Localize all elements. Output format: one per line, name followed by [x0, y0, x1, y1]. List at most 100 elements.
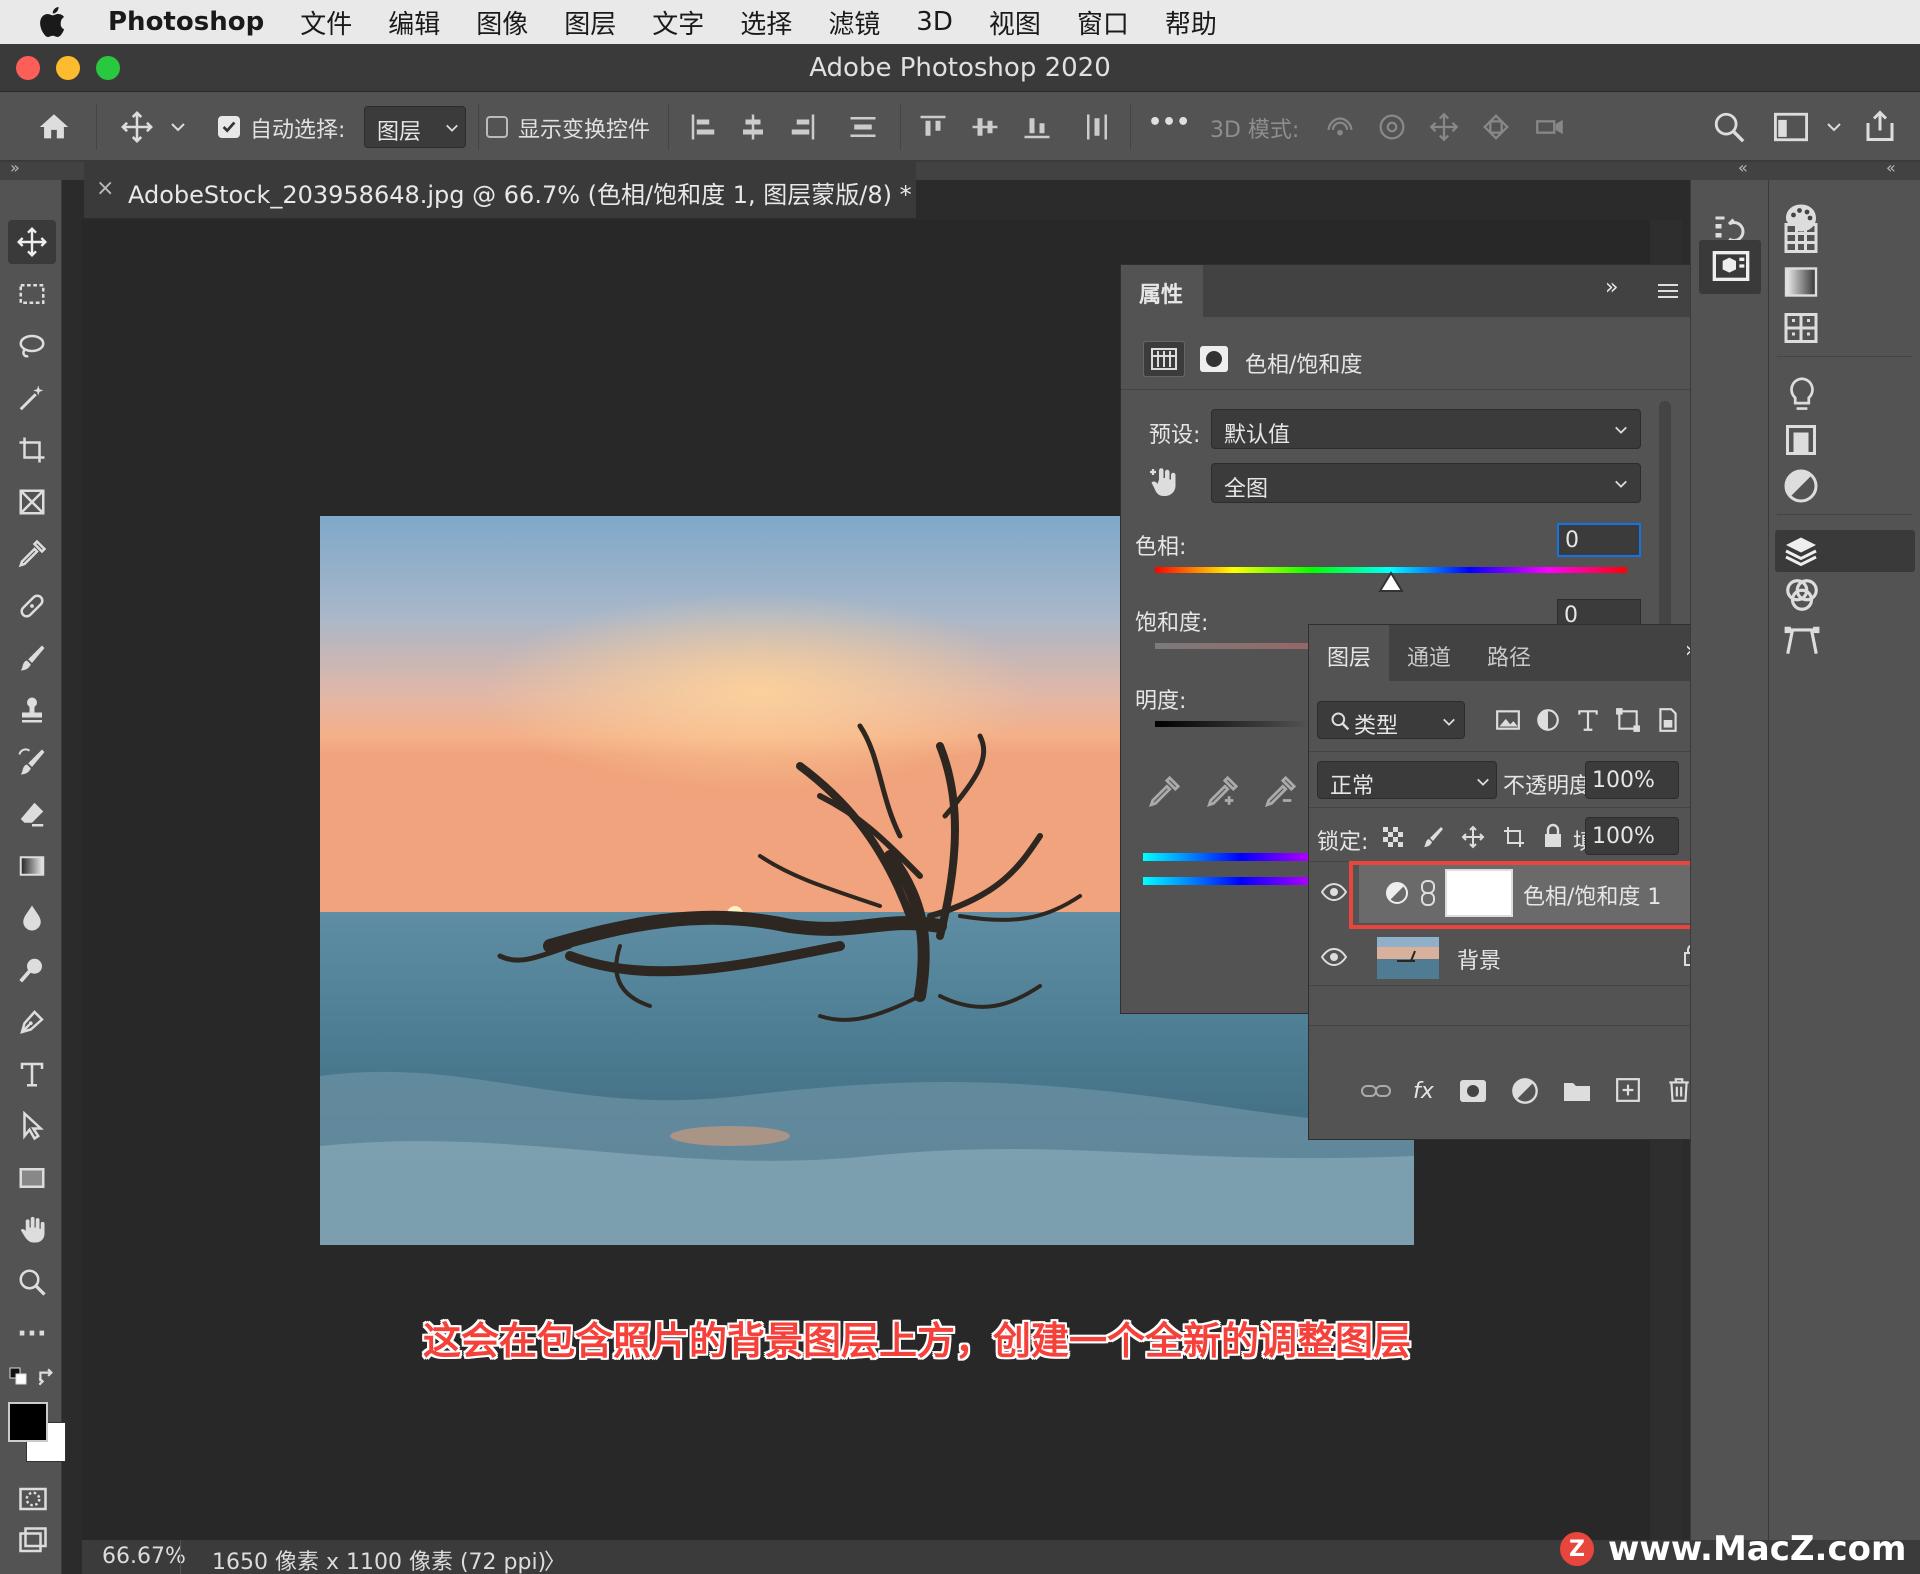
gradients-icon[interactable]: [1783, 264, 1819, 300]
new-group-folder-icon[interactable]: [1563, 1079, 1591, 1103]
menu-view[interactable]: 视图: [989, 4, 1041, 41]
status-menu-arrow[interactable]: 〉: [544, 1544, 566, 1574]
type-tool[interactable]: [8, 1052, 56, 1096]
chevron-down-icon[interactable]: [170, 120, 186, 134]
expand-toolbar-icon[interactable]: »: [10, 158, 20, 177]
default-colors-icon[interactable]: [8, 1366, 28, 1386]
frame-tool[interactable]: [8, 480, 56, 524]
add-to-sample-eyedropper-icon[interactable]: [1205, 775, 1239, 809]
3d-scale-camera-icon[interactable]: [1530, 110, 1570, 144]
lock-all-icon[interactable]: [1541, 823, 1565, 849]
clone-stamp-tool[interactable]: [8, 688, 56, 732]
panel-collapse-icon[interactable]: »: [1605, 275, 1618, 300]
menu-filter[interactable]: 滤镜: [828, 4, 880, 41]
zoom-level[interactable]: 66.67%: [102, 1544, 186, 1569]
more-options-button[interactable]: •••: [1148, 110, 1190, 135]
gradient-tool[interactable]: [8, 844, 56, 888]
collapse-dock-icon[interactable]: «: [1738, 158, 1748, 177]
menu-app-name[interactable]: Photoshop: [108, 7, 264, 37]
type-layer-filter-icon[interactable]: [1575, 707, 1601, 733]
brush-tool[interactable]: [8, 636, 56, 680]
move-tool[interactable]: [8, 220, 56, 264]
close-tab-icon[interactable]: ×: [96, 176, 114, 201]
swatches-grid-icon[interactable]: [1783, 220, 1819, 256]
fill-input[interactable]: 100%: [1585, 817, 1679, 855]
marquee-tool[interactable]: [8, 272, 56, 316]
eye-visibility-icon[interactable]: [1321, 947, 1347, 967]
show-transform-checkbox[interactable]: [486, 116, 508, 138]
crop-tool[interactable]: [8, 428, 56, 472]
hue-slider-thumb[interactable]: [1378, 571, 1404, 593]
apple-icon[interactable]: [36, 4, 72, 40]
menu-type[interactable]: 文字: [652, 4, 704, 41]
move-tool-preset-icon[interactable]: [120, 110, 154, 144]
menu-select[interactable]: 选择: [740, 4, 792, 41]
lasso-tool[interactable]: [8, 324, 56, 368]
3d-pan-icon[interactable]: [1426, 110, 1462, 144]
smart-object-filter-icon[interactable]: [1655, 707, 1681, 733]
workspace-icon[interactable]: [1774, 112, 1808, 142]
3d-orbit-icon[interactable]: [1322, 110, 1358, 144]
channels-icon[interactable]: [1783, 576, 1821, 614]
path-selection-tool[interactable]: [8, 1104, 56, 1148]
link-layers-icon[interactable]: [1361, 1079, 1391, 1103]
new-adjustment-layer-icon[interactable]: [1511, 1077, 1539, 1105]
eraser-tool[interactable]: [8, 792, 56, 836]
healing-brush-tool[interactable]: [8, 584, 56, 628]
delete-layer-trash-icon[interactable]: [1667, 1077, 1691, 1103]
mask-properties-icon[interactable]: [1199, 345, 1229, 373]
menu-image[interactable]: 图像: [476, 4, 528, 41]
layers-icon[interactable]: [1783, 532, 1819, 570]
libraries-icon[interactable]: [1783, 422, 1819, 458]
lock-artboard-icon[interactable]: [1501, 825, 1527, 849]
document-tab[interactable]: × AdobeStock_203958648.jpg @ 66.7% (色相/饱…: [84, 162, 916, 218]
magic-wand-tool[interactable]: [8, 376, 56, 420]
chevron-down-icon[interactable]: [1826, 120, 1842, 134]
pen-tool[interactable]: [8, 1000, 56, 1044]
share-icon[interactable]: [1862, 108, 1898, 144]
menu-window[interactable]: 窗口: [1077, 4, 1129, 41]
foreground-color-swatch[interactable]: [8, 1402, 48, 1442]
align-top-icon[interactable]: [918, 112, 948, 142]
auto-select-target-dropdown[interactable]: 图层: [364, 106, 466, 148]
menu-layer[interactable]: 图层: [564, 4, 616, 41]
patterns-icon[interactable]: [1783, 310, 1819, 346]
more-tools-icon[interactable]: ···: [8, 1312, 56, 1356]
panel-menu-icon[interactable]: [1657, 283, 1679, 299]
align-right-icon[interactable]: [788, 112, 818, 142]
align-left-icon[interactable]: [688, 112, 718, 142]
rectangle-tool[interactable]: [8, 1156, 56, 1200]
tab-paths[interactable]: 路径: [1487, 640, 1531, 672]
adjustment-properties-button[interactable]: [1143, 341, 1185, 377]
align-vertical-center-icon[interactable]: [970, 112, 1000, 142]
swap-colors-icon[interactable]: [36, 1366, 58, 1388]
screen-mode-icon[interactable]: [18, 1526, 48, 1556]
learn-lightbulb-icon[interactable]: [1785, 376, 1819, 414]
adjustment-layer-filter-icon[interactable]: [1535, 707, 1561, 733]
menu-file[interactable]: 文件: [300, 4, 352, 41]
targeted-adjustment-hand-icon[interactable]: [1147, 463, 1183, 499]
zoom-tool[interactable]: [8, 1260, 56, 1304]
distribute-icon[interactable]: [848, 112, 878, 142]
home-icon[interactable]: [36, 110, 72, 144]
hue-value-input[interactable]: 0: [1557, 523, 1641, 557]
new-layer-icon[interactable]: [1615, 1077, 1641, 1103]
hand-tool[interactable]: [8, 1208, 56, 1252]
3d-slide-icon[interactable]: [1478, 110, 1514, 144]
eyedropper-icon[interactable]: [1147, 775, 1181, 809]
subtract-from-sample-eyedropper-icon[interactable]: [1263, 775, 1297, 809]
menu-help[interactable]: 帮助: [1165, 4, 1217, 41]
tab-channels[interactable]: 通道: [1407, 640, 1451, 672]
3d-roll-icon[interactable]: [1374, 110, 1410, 144]
add-mask-icon[interactable]: [1459, 1079, 1487, 1103]
collapse-dock-icon[interactable]: «: [1886, 158, 1896, 177]
menu-edit[interactable]: 编辑: [388, 4, 440, 41]
search-icon[interactable]: [1712, 110, 1746, 144]
preset-dropdown[interactable]: 默认值: [1211, 409, 1641, 449]
shape-layer-filter-icon[interactable]: [1615, 707, 1641, 733]
lock-transparent-pixels-icon[interactable]: [1381, 825, 1405, 849]
opacity-input[interactable]: 100%: [1585, 761, 1679, 799]
auto-select-checkbox[interactable]: [218, 116, 240, 138]
dodge-tool[interactable]: [8, 948, 56, 992]
lock-image-pixels-icon[interactable]: [1421, 825, 1445, 849]
